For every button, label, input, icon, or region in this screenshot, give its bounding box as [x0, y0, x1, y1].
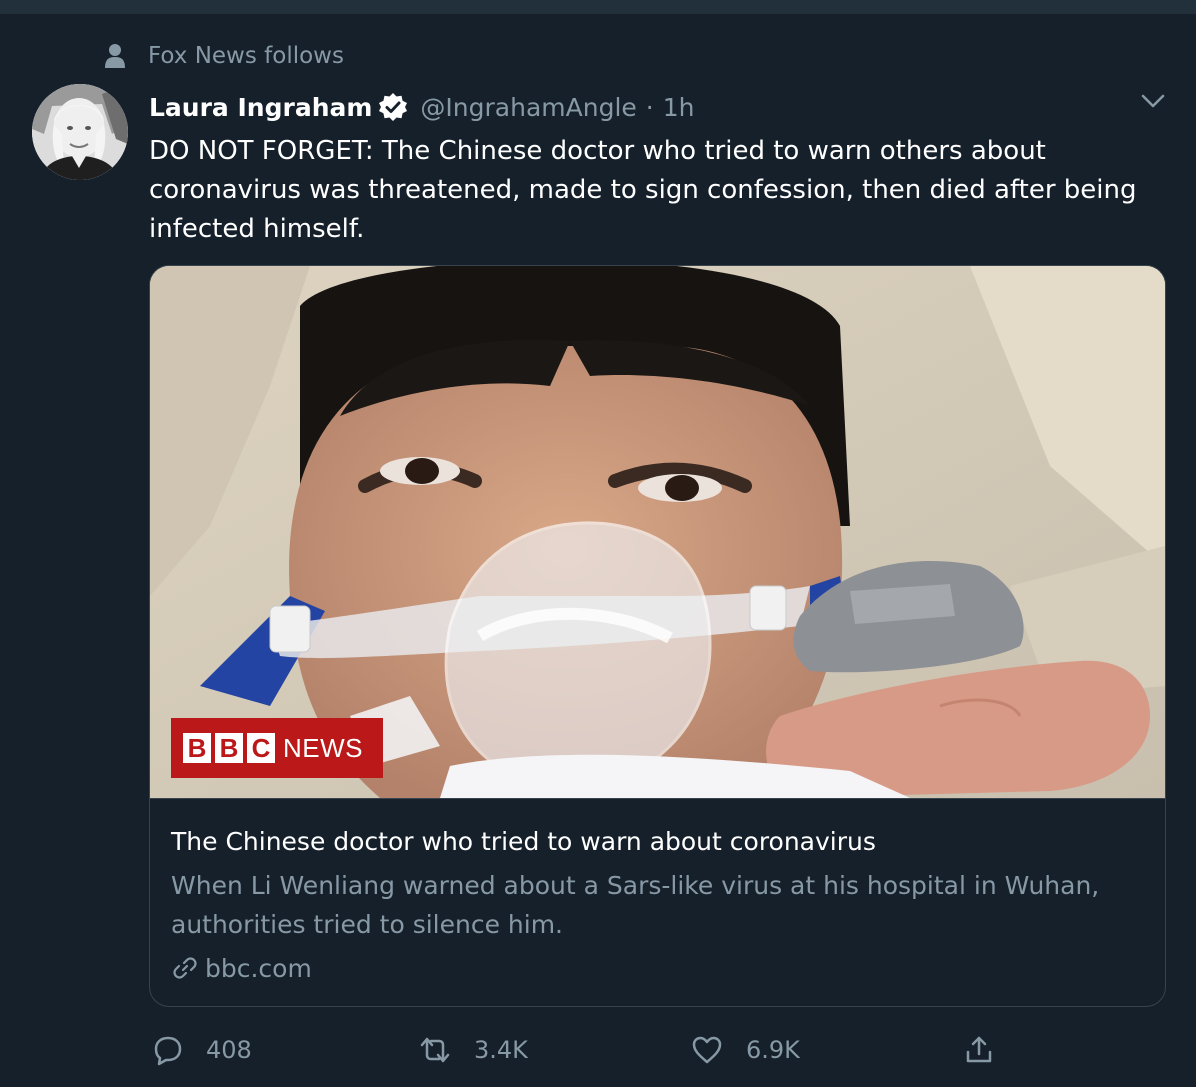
- social-context-text: Fox News follows: [148, 43, 344, 69]
- author-name[interactable]: Laura Ingraham: [149, 93, 372, 122]
- link-card[interactable]: B B C NEWS The Chinese doctor who tried …: [149, 265, 1166, 1007]
- avatar-photo: [32, 84, 128, 180]
- card-image[interactable]: B B C NEWS: [150, 266, 1165, 798]
- card-title: The Chinese doctor who tried to warn abo…: [171, 827, 876, 856]
- share-icon: [966, 1036, 992, 1063]
- like-button[interactable]: 6.9K: [690, 1028, 800, 1072]
- verified-icon: [379, 93, 408, 121]
- tweet-text: DO NOT FORGET: The Chinese doctor who tr…: [149, 136, 1137, 244]
- retweet-count: 3.4K: [474, 1036, 528, 1064]
- card-divider: [150, 798, 1165, 799]
- separator-dot: ·: [645, 92, 654, 122]
- like-count: 6.9K: [746, 1036, 800, 1064]
- tweet-time[interactable]: 1h: [663, 93, 695, 122]
- author-handle[interactable]: @IngrahamAngle: [420, 93, 636, 122]
- social-context[interactable]: Fox News follows: [104, 38, 344, 74]
- retweet-icon: [420, 1037, 450, 1063]
- top-strip: [0, 0, 1196, 14]
- bbc-news-word: NEWS: [283, 732, 363, 763]
- chevron-down-icon: [1141, 94, 1165, 108]
- bbc-letter-1: B: [183, 733, 211, 763]
- link-icon: [173, 957, 197, 979]
- reply-count: 408: [206, 1036, 252, 1064]
- bbc-news-badge: B B C NEWS: [171, 718, 383, 778]
- card-domain-text: bbc.com: [205, 953, 312, 983]
- person-icon: [105, 44, 125, 68]
- avatar[interactable]: [32, 84, 128, 180]
- card-domain: bbc.com: [171, 948, 312, 988]
- bbc-letter-2: B: [215, 733, 243, 763]
- retweet-button[interactable]: 3.4K: [418, 1028, 528, 1072]
- reply-button[interactable]: 408: [150, 1028, 252, 1072]
- card-description: When Li Wenliang warned about a Sars-lik…: [171, 871, 1100, 939]
- reply-icon: [154, 1036, 182, 1066]
- share-button[interactable]: [962, 1028, 996, 1072]
- tweet-actions: 408 3.4K 6.9K: [0, 1028, 1196, 1072]
- tweet-header: Laura Ingraham @IngrahamAngle · 1h: [149, 86, 695, 128]
- more-options-button[interactable]: [1136, 86, 1170, 116]
- bbc-letter-3: C: [247, 733, 275, 763]
- like-icon: [692, 1036, 722, 1064]
